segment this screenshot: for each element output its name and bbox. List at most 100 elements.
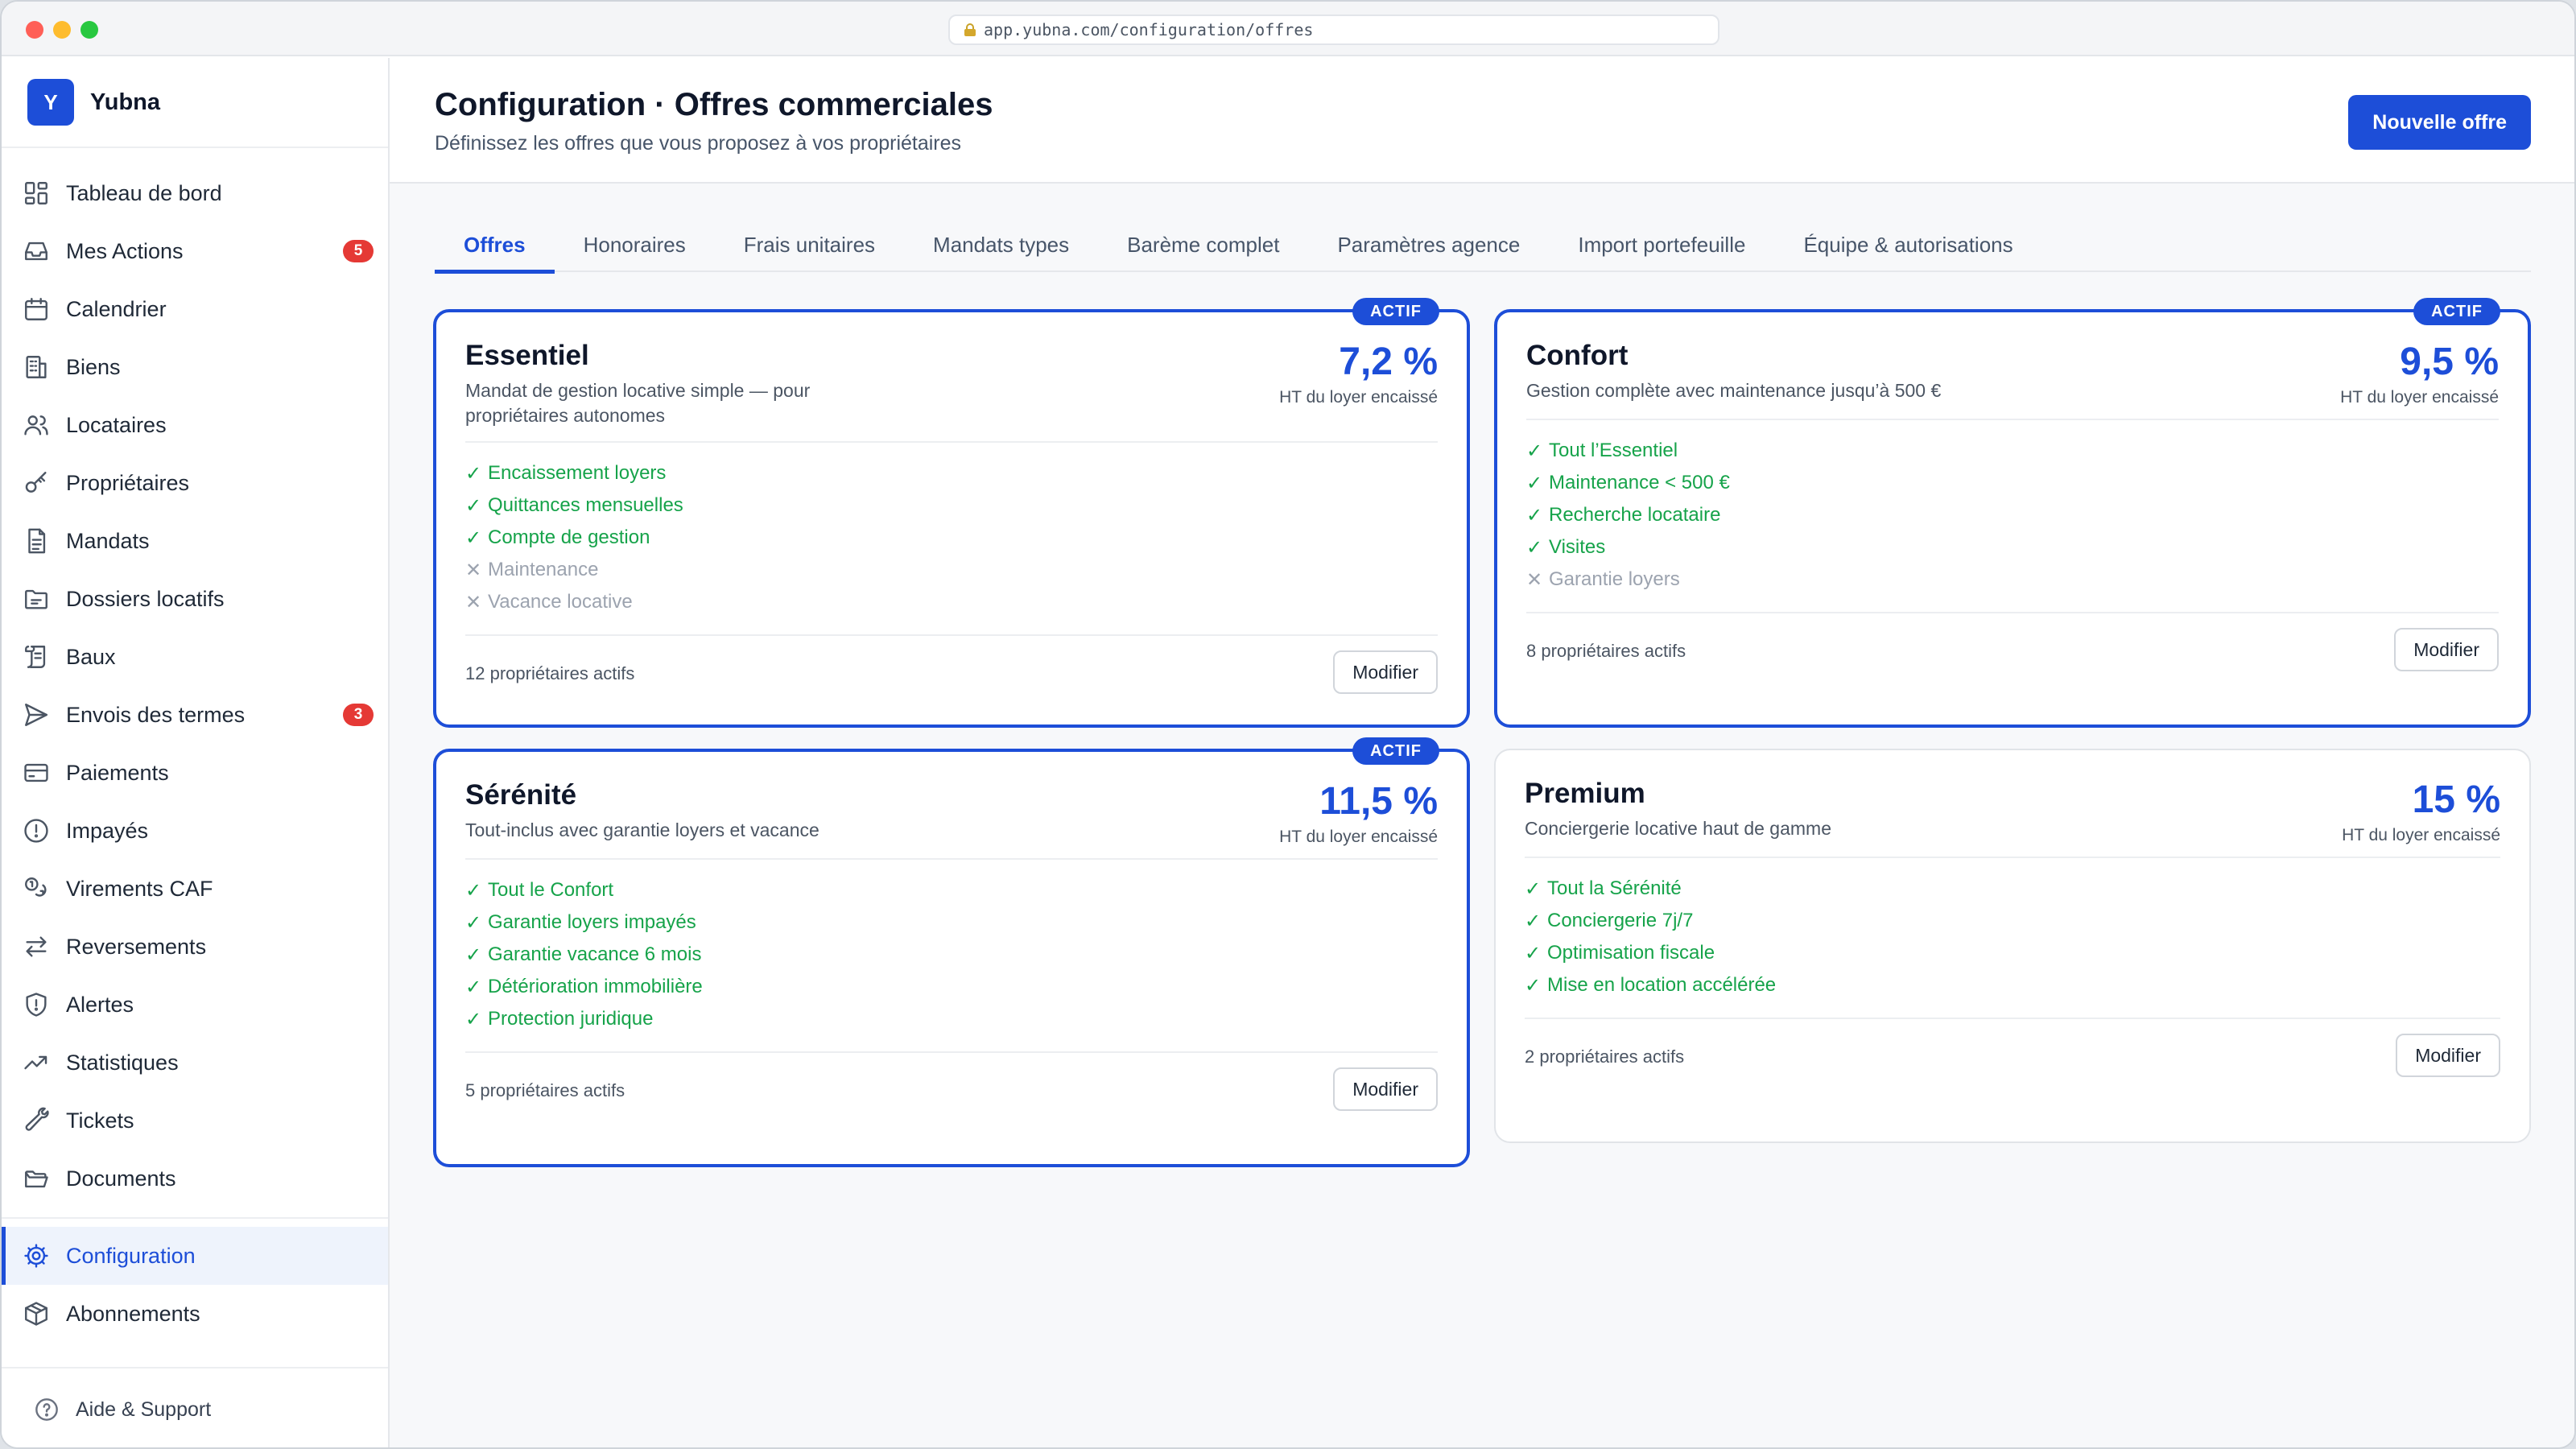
card-divider [465, 634, 1438, 636]
sidebar-item-tableau-de-bord[interactable]: Tableau de bord [2, 164, 388, 222]
tab-frais-unitaires[interactable]: Frais unitaires [715, 217, 904, 272]
address-bar[interactable]: app.yubna.com/configuration/offres [948, 14, 1719, 45]
check-icon: ✓ [1526, 440, 1543, 462]
sidebar-item-locataires[interactable]: Locataires [2, 396, 388, 454]
scroll-icon [25, 646, 46, 668]
page-header: Configuration · Offres commerciales Défi… [390, 58, 2574, 184]
sidebar-bottom-nav: Configuration Abonnements [2, 1227, 388, 1343]
sidebar-item-reversements[interactable]: Reversements [2, 918, 388, 976]
feature-included: ✓ Recherche locataire [1526, 499, 1730, 531]
feature-text: Garantie loyers impayés [488, 911, 696, 933]
feature-list: ✓ Encaissement loyers ✓ Quittances mensuell… [465, 457, 683, 618]
help-support-link[interactable]: Aide & Support [2, 1367, 388, 1447]
tab-offres[interactable]: Offres [435, 217, 555, 274]
sidebar-item-envois-des-termes[interactable]: Envois des termes 3 [2, 686, 388, 744]
check-icon: ✓ [1526, 504, 1543, 526]
folder-icon [25, 589, 47, 609]
sidebar-nav: Tableau de bord Mes Actions 5 Calendrier Bie… [2, 148, 388, 1208]
sidebar-item-label: Alertes [66, 992, 134, 1017]
card-divider [1525, 857, 2500, 858]
lock-icon [964, 23, 976, 36]
sidebar-item-virements-caf[interactable]: Virements CAF [2, 860, 388, 918]
sidebar-item-label: Tickets [66, 1108, 134, 1133]
sidebar-item-label: Locataires [66, 412, 167, 437]
help-circle-icon [35, 1398, 58, 1421]
dashboard-icon [25, 182, 47, 204]
sidebar-item-mandats[interactable]: Mandats [2, 512, 388, 570]
feature-included: ✓ Garantie vacance 6 mois [465, 939, 703, 971]
feature-included: ✓ Optimisation fiscale [1525, 937, 1776, 969]
offer-description: Tout-inclus avec garantie loyers et vaca… [465, 819, 819, 840]
sidebar-item-label: Abonnements [66, 1301, 200, 1326]
brand-name: Yubna [90, 89, 161, 115]
url-text: app.yubna.com/configuration/offres [984, 20, 1314, 39]
transfer-icon [26, 936, 47, 957]
sidebar-item-label: Documents [66, 1166, 176, 1191]
modify-offer-button[interactable]: Modifier [2396, 1034, 2500, 1077]
maximize-window-button[interactable] [80, 21, 98, 39]
sidebar-item-configuration[interactable]: Configuration [2, 1227, 388, 1285]
send-icon [25, 704, 47, 726]
sidebar-item-proprietaires[interactable]: Propriétaires [2, 454, 388, 512]
sidebar-item-tickets[interactable]: Tickets [2, 1092, 388, 1150]
card-divider [1525, 1018, 2500, 1019]
feature-text: Optimisation fiscale [1547, 942, 1715, 964]
sidebar-item-label: Impayés [66, 818, 149, 843]
sidebar-item-paiements[interactable]: Paiements [2, 744, 388, 802]
tab-bareme-complet[interactable]: Barème complet [1098, 217, 1308, 272]
credit-card-icon [24, 763, 48, 782]
config-tabs: Offres Honoraires Frais unitaires Mandats t… [435, 217, 2531, 274]
modify-offer-button[interactable]: Modifier [1333, 650, 1438, 694]
check-icon: ✓ [465, 879, 482, 902]
sidebar-divider [2, 1217, 388, 1219]
feature-text: Compte de gestion [488, 526, 650, 548]
page-subtitle: Définissez les offres que vous proposez … [435, 132, 962, 155]
cross-icon: ✕ [1526, 568, 1543, 591]
page-title: Configuration · Offres commerciales [435, 87, 993, 122]
sidebar-item-impayes[interactable]: Impayés [2, 802, 388, 860]
tab-import-portefeuille[interactable]: Import portefeuille [1549, 217, 1774, 272]
sidebar-item-mes-actions[interactable]: Mes Actions 5 [2, 222, 388, 280]
tab-honoraires[interactable]: Honoraires [555, 217, 715, 272]
feature-text: Recherche locataire [1549, 504, 1721, 526]
help-support-label: Aide & Support [76, 1397, 212, 1421]
key-icon [25, 472, 47, 493]
trending-up-icon [24, 1055, 47, 1070]
feature-list: ✓ Tout l’Essentiel ✓ Maintenance < 500 € ✓ Re… [1526, 435, 1730, 596]
card-divider [1526, 612, 2499, 613]
modify-offer-button[interactable]: Modifier [1333, 1067, 1438, 1111]
tab-mandats-types[interactable]: Mandats types [904, 217, 1098, 272]
sidebar-item-abonnements[interactable]: Abonnements [2, 1285, 388, 1343]
gear-icon [24, 1244, 48, 1268]
feature-text: Tout le Confort [488, 879, 614, 901]
offer-rate-caption: HT du loyer encaissé [2340, 388, 2499, 407]
sidebar-item-label: Configuration [66, 1243, 196, 1268]
minimize-window-button[interactable] [53, 21, 71, 39]
check-icon: ✓ [465, 911, 482, 934]
sidebar-item-alertes[interactable]: Alertes [2, 976, 388, 1034]
modify-offer-button[interactable]: Modifier [2394, 628, 2499, 671]
feature-text: Maintenance [488, 559, 599, 580]
sidebar-item-calendrier[interactable]: Calendrier [2, 280, 388, 338]
sidebar-item-biens[interactable]: Biens [2, 338, 388, 396]
sidebar-item-documents[interactable]: Documents [2, 1150, 388, 1208]
check-icon: ✓ [1525, 910, 1542, 932]
offer-name: Premium [1525, 778, 1645, 809]
sidebar-item-label: Biens [66, 354, 121, 379]
close-window-button[interactable] [26, 21, 43, 39]
sidebar-item-label: Mes Actions [66, 238, 184, 263]
count-badge: 5 [343, 240, 374, 262]
tab-parametres-agence[interactable]: Paramètres agence [1308, 217, 1549, 272]
tab-equipe-autorisations[interactable]: Équipe & autorisations [1774, 217, 2041, 272]
brand[interactable]: Y Yubna [2, 58, 388, 148]
sidebar-item-baux[interactable]: Baux [2, 628, 388, 686]
alert-circle-icon [24, 819, 48, 843]
card-divider [465, 1051, 1438, 1053]
offer-rate: 7,2 % [1339, 341, 1438, 383]
new-offer-button[interactable]: Nouvelle offre [2348, 95, 2531, 150]
brand-logo: Y [27, 79, 74, 126]
feature-text: Tout l’Essentiel [1549, 440, 1678, 461]
sidebar-item-statistiques[interactable]: Statistiques [2, 1034, 388, 1092]
sidebar-item-dossiers-locatifs[interactable]: Dossiers locatifs [2, 570, 388, 628]
offer-description: Gestion complète avec maintenance jusqu’… [1526, 380, 1942, 401]
